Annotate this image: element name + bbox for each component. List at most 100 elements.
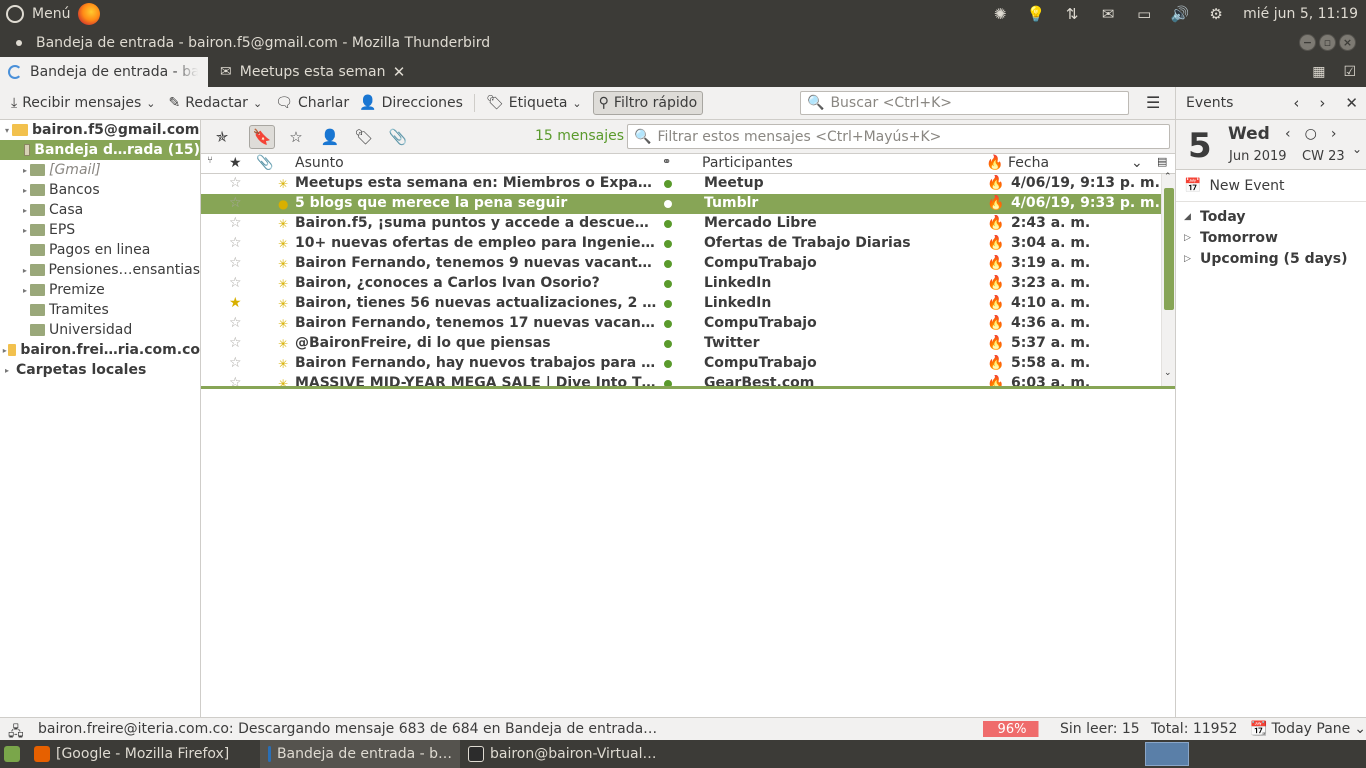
chat-button[interactable]: 🗨 Charlar [270, 91, 354, 115]
tag-button[interactable]: 🏷 Etiqueta ⌄ [481, 91, 587, 115]
app-menu[interactable]: Menú [0, 3, 101, 25]
junk-status-icon[interactable]: 🔥 [987, 355, 1004, 371]
folder-item[interactable]: ▸ Casa [0, 200, 200, 220]
tab-inbox[interactable]: Bandeja de entrada - bairon.f5@gmail.com [0, 57, 208, 87]
collapsed-twisty-icon[interactable]: ▷ [1184, 254, 1194, 264]
folder-item[interactable]: Bandeja d…rada (15) [0, 140, 200, 160]
sort-chevron-icon[interactable]: ⌄ [1131, 155, 1143, 171]
agenda-section[interactable]: ▷ Tomorrow [1176, 227, 1366, 248]
folder-item[interactable]: ▸ EPS [0, 220, 200, 240]
folder-item[interactable]: ▸ Bancos [0, 180, 200, 200]
bulb-icon[interactable]: 💡 [1027, 5, 1046, 23]
twisty-icon[interactable]: ▸ [20, 286, 30, 295]
get-messages-button[interactable]: ⤓ Recibir mensajes [6, 91, 146, 115]
junk-status-icon[interactable]: 🔥 [987, 255, 1004, 271]
twisty-icon[interactable]: ▸ [20, 226, 30, 235]
contact-filter-icon[interactable]: 👤 [317, 125, 343, 149]
message-row[interactable]: ☆ ✳ Bairon Fernando, hay nuevos trabajos p… [201, 354, 1161, 374]
column-correspondents[interactable]: Participantes [702, 155, 793, 171]
expand-minimonth-icon[interactable]: ⌄ [1352, 142, 1362, 156]
junk-status-icon[interactable]: 🔥 [987, 195, 1004, 211]
junk-status-icon[interactable]: 🔥 [987, 215, 1004, 231]
starred-filter-icon[interactable]: ☆ [283, 125, 309, 149]
star-icon[interactable]: ☆ [229, 335, 242, 351]
message-row[interactable]: ☆ ✳ Bairon Fernando, tenemos 9 nuevas vaca… [201, 254, 1161, 274]
star-icon[interactable]: ☆ [229, 235, 242, 251]
junk-status-icon[interactable]: 🔥 [987, 295, 1004, 311]
folder-item[interactable]: ▸ [Gmail] [0, 160, 200, 180]
twisty-icon[interactable]: ▸ [2, 366, 12, 375]
show-desktop-icon[interactable] [4, 746, 20, 762]
write-dropdown-icon[interactable]: ⌄ [253, 97, 262, 110]
message-row[interactable]: ★ ✳ Bairon, tienes 56 nuevas actualizacion… [201, 294, 1161, 314]
agenda-section[interactable]: ◢ Today [1176, 206, 1366, 227]
unread-filter-icon[interactable]: 🔖 [249, 124, 275, 149]
next-day-icon[interactable]: › [1331, 126, 1337, 142]
twisty-icon[interactable]: ▾ [2, 126, 12, 135]
today-pane-toggle[interactable]: 📆 Today Pane ⌄ [1250, 721, 1366, 737]
new-event-button[interactable]: 📅 New Event [1176, 170, 1366, 202]
junk-column-icon[interactable]: 🔥 [986, 155, 1003, 171]
network-icon[interactable]: ⇅ [1063, 5, 1081, 23]
twisty-icon[interactable]: ▸ [20, 166, 30, 175]
twisty-icon[interactable]: ▸ [20, 186, 30, 195]
read-status-icon[interactable] [664, 240, 672, 248]
folder-item[interactable]: ▸ Premize [0, 280, 200, 300]
folder-item[interactable]: ▾ bairon.f5@gmail.com [0, 120, 200, 140]
agenda-section[interactable]: ▷ Upcoming (5 days) [1176, 248, 1366, 269]
tab-meetups[interactable]: ✉ Meetups esta semana ✕ [212, 57, 424, 87]
today-circle-icon[interactable]: ○ [1305, 126, 1317, 142]
column-subject[interactable]: Asunto [295, 155, 344, 171]
scrollbar-thumb[interactable] [1164, 188, 1174, 310]
collapsed-twisty-icon[interactable]: ▷ [1184, 233, 1194, 243]
junk-status-icon[interactable]: 🔥 [987, 175, 1004, 191]
read-status-icon[interactable] [664, 300, 672, 308]
message-row[interactable]: ☆ ✳ @BaironFreire, di lo que piensas Twitte… [201, 334, 1161, 354]
taskbar-item[interactable]: bairon@bairon-Virtual… [460, 740, 664, 768]
star-icon[interactable]: ☆ [229, 195, 242, 211]
read-status-icon[interactable] [664, 360, 672, 368]
star-icon[interactable]: ☆ [229, 215, 242, 231]
workspace-switcher[interactable] [1145, 742, 1189, 766]
read-status-icon[interactable] [664, 340, 672, 348]
scroll-down-icon[interactable]: ⌄ [1164, 368, 1172, 378]
taskbar-item[interactable]: Bandeja de entrada - b… [260, 740, 460, 768]
update-icon[interactable]: ✺ [991, 5, 1009, 23]
scroll-up-icon[interactable]: ⌃ [1164, 172, 1172, 182]
star-icon[interactable]: ☆ [229, 315, 242, 331]
star-icon[interactable]: ☆ [229, 355, 242, 371]
folder-item[interactable]: ▸ bairon.frei…ria.com.co [0, 340, 200, 360]
settings-gear-icon[interactable]: ⚙ [1207, 5, 1225, 23]
filter-messages-input[interactable]: 🔍 Filtrar estos mensajes <Ctrl+Mayús+K> [627, 124, 1170, 149]
twisty-icon[interactable]: ▸ [20, 206, 30, 215]
attachment-column-icon[interactable]: 📎 [256, 155, 273, 171]
battery-icon[interactable]: ▭ [1135, 5, 1153, 23]
volume-icon[interactable]: 🔊 [1171, 5, 1190, 23]
star-icon[interactable]: ☆ [229, 175, 242, 191]
prev-view-icon[interactable]: ‹ [1293, 94, 1299, 112]
address-book-button[interactable]: 👤 Direcciones [354, 91, 468, 115]
junk-status-icon[interactable]: 🔥 [987, 235, 1004, 251]
minimize-button[interactable]: − [1299, 34, 1316, 51]
sticky-pin-icon[interactable]: ✯ [209, 125, 235, 149]
folder-item[interactable]: ▸ Pensiones…ensantias [0, 260, 200, 280]
junk-status-icon[interactable]: 🔥 [987, 375, 1004, 386]
read-status-icon[interactable] [664, 200, 672, 208]
twisty-icon[interactable]: ▸ [20, 266, 30, 275]
read-status-icon[interactable] [664, 220, 672, 228]
clock[interactable]: mié jun 5, 11:19 [1243, 6, 1358, 22]
message-row[interactable]: ☆ ✳ Bairon.f5, ¡suma puntos y accede a des… [201, 214, 1161, 234]
get-messages-dropdown-icon[interactable]: ⌄ [146, 97, 155, 110]
write-button[interactable]: ✎ Redactar [164, 91, 253, 115]
firefox-launcher-icon[interactable] [78, 3, 101, 25]
star-column-icon[interactable]: ★ [229, 155, 242, 171]
star-icon[interactable]: ☆ [229, 375, 242, 386]
expanded-twisty-icon[interactable]: ◢ [1184, 212, 1194, 222]
folder-item[interactable]: ▸ Carpetas locales [0, 360, 200, 380]
quick-filter-button[interactable]: ⚲ Filtro rápido [592, 91, 704, 115]
message-row[interactable]: ☆ ✳ Meetups esta semana en: Miembros o Exp… [201, 174, 1161, 194]
star-icon[interactable]: ☆ [229, 255, 242, 271]
mail-indicator-icon[interactable]: ✉ [1099, 5, 1117, 23]
message-row[interactable]: ☆ ✳ MASSIVE MID-YEAR MEGA SALE | Dive Into… [201, 374, 1161, 386]
attachment-filter-icon[interactable]: 📎 [385, 125, 411, 149]
